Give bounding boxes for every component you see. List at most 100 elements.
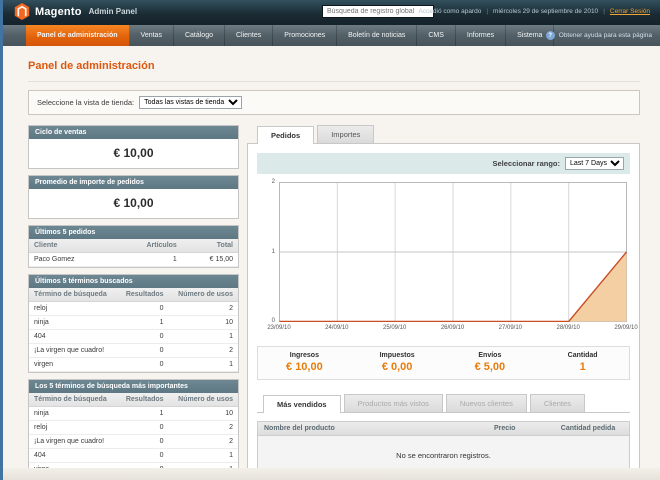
column-header-t-rmino-de-b-squeda: Término de búsqueda <box>29 288 118 302</box>
dashboard-main: Pedidos Importes Seleccionar rango: Last … <box>247 125 640 480</box>
range-label: Seleccionar rango: <box>492 159 560 168</box>
y-axis-label: 2 <box>271 179 275 185</box>
logged-in-text: Accedió como apardo <box>418 8 482 15</box>
nav-item-ventas[interactable]: Ventas <box>130 25 174 46</box>
grid-column-header-cantidad-pedida: Cantidad pedida <box>560 425 616 432</box>
table-row: 404 0 1 <box>29 329 238 344</box>
average-orders-value: € 10,00 <box>113 196 154 210</box>
widget-title: Últimos 5 términos buscados <box>29 275 238 288</box>
last-search-terms-table: Término de búsqueda Resultados Número de u… <box>29 288 238 372</box>
column-header-n-mero-de-usos: Número de usos <box>168 393 238 407</box>
global-search-input[interactable] <box>322 5 434 18</box>
top-search-terms-table: Término de búsqueda Resultados Número de u… <box>29 393 238 477</box>
last-search-terms-widget: Últimos 5 términos buscados Término de b… <box>28 274 239 373</box>
table-row: ¡La virgen que cuadro! 0 2 <box>29 343 238 358</box>
nav-item-cms[interactable]: CMS <box>417 25 456 46</box>
grid-tabs: Más vendidos Productos más vistos Nuevos c… <box>257 394 630 413</box>
x-axis-label: 26/09/10 <box>440 325 465 331</box>
table-row: ¡La virgen que cuadro! 0 2 <box>29 434 238 449</box>
date-text: miércoles 29 de septiembre de 2010 <box>493 8 599 15</box>
y-axis-label: 1 <box>271 248 275 255</box>
nav-item-panel-de-administraci-n[interactable]: Panel de administración <box>26 25 130 46</box>
nav-item-promociones[interactable]: Promociones <box>273 25 338 46</box>
widget-title: Últimos 5 pedidos <box>29 226 238 239</box>
help-link[interactable]: ? Obtener ayuda para esta página <box>545 25 652 46</box>
brand: Magento Admin Panel <box>14 3 137 20</box>
nav-item-clientes[interactable]: Clientes <box>225 25 274 46</box>
column-header-total: Total <box>181 239 238 253</box>
y-axis-label: 0 <box>271 318 275 324</box>
column-header-art-culos: Artículos <box>113 239 182 253</box>
total-impuestos: Impuestos € 0,00 <box>379 352 415 373</box>
brand-suffix: Admin Panel <box>88 7 138 16</box>
x-axis-label: 29/09/10 <box>614 325 638 331</box>
column-header-resultados: Resultados <box>117 393 169 407</box>
column-header-resultados: Resultados <box>117 288 169 302</box>
chart-panel: Seleccionar rango: Last 7 Days 0 1 2 23/09/… <box>247 144 640 480</box>
header: Magento Admin Panel Accedió como apardo … <box>0 0 660 25</box>
column-header-n-mero-de-usos: Número de usos <box>168 288 238 302</box>
range-bar: Seleccionar rango: Last 7 Days <box>257 153 630 174</box>
top-search-terms-widget: Los 5 términos de búsqueda más important… <box>28 379 239 478</box>
orders-area-chart <box>279 182 627 322</box>
header-session-info: Accedió como apardo | miércoles 29 de se… <box>418 8 650 15</box>
store-switcher: Seleccione la vista de tienda: Todas las… <box>28 90 640 115</box>
last-orders-widget: Últimos 5 pedidos Cliente Artículos Total … <box>28 225 239 268</box>
x-axis-label: 24/09/10 <box>325 325 349 331</box>
widget-title: Ciclo de ventas <box>29 126 238 139</box>
widget-title: Los 5 términos de búsqueda más important… <box>29 380 238 393</box>
logout-link[interactable]: Cerrar Sesión <box>610 8 650 15</box>
tab-pedidos[interactable]: Pedidos <box>257 126 315 144</box>
table-row: virgen 0 1 <box>29 357 238 372</box>
x-axis-label: 28/09/10 <box>556 325 580 331</box>
widget-title: Promedio de importe de pedidos <box>29 176 238 189</box>
brand-name: Magento <box>35 5 82 18</box>
table-row: ninja 1 10 <box>29 406 238 421</box>
main-nav: Panel de administración Ventas Catálogo Cli… <box>0 25 660 46</box>
grid-column-header-precio: Precio <box>494 425 516 432</box>
chart-area: 0 1 2 23/09/10 24/09/10 25/09/10 26/09/10 27/09… <box>257 179 637 338</box>
range-select[interactable]: Last 7 Days <box>565 157 624 170</box>
tab-importes[interactable]: Importes <box>317 125 375 143</box>
table-row: ninja 1 10 <box>29 315 238 330</box>
tab-clientes[interactable]: Clientes <box>529 394 585 412</box>
products-grid-header: Nombre del producto Precio Cantidad pedida <box>257 421 630 436</box>
total-cantidad: Cantidad 1 <box>567 352 598 373</box>
page-title-wrap: Panel de administración <box>28 56 640 82</box>
help-icon: ? <box>545 31 555 40</box>
magento-logo-icon <box>14 3 30 20</box>
sidebar: Ciclo de ventas € 10,00 Promedio de impo… <box>28 125 239 480</box>
store-switcher-label: Seleccione la vista de tienda: <box>37 98 135 107</box>
last-orders-table: Cliente Artículos Total Paco Gomez 1 € 15,00 <box>29 239 238 267</box>
x-axis-label: 23/09/10 <box>267 325 291 331</box>
window-edge <box>0 0 3 480</box>
lifetime-sales-value: € 10,00 <box>113 146 154 160</box>
x-axis-label: 27/09/10 <box>498 325 523 331</box>
store-view-select[interactable]: Todas las vistas de tienda <box>139 96 243 109</box>
page-title: Panel de administración <box>28 60 155 72</box>
tab-m-s-vendidos[interactable]: Más vendidos <box>263 395 341 413</box>
table-row: reloj 0 2 <box>29 301 238 316</box>
tab-productos-m-s-vistos[interactable]: Productos más vistos <box>343 394 443 412</box>
table-row: 404 0 1 <box>29 448 238 463</box>
help-label: Obtener ayuda para esta página <box>558 32 652 39</box>
nav-item-cat-logo[interactable]: Catálogo <box>174 25 225 46</box>
column-header-cliente: Cliente <box>29 239 114 253</box>
column-header-t-rmino-de-b-squeda: Término de búsqueda <box>29 393 118 407</box>
footer-strip <box>0 468 660 480</box>
nav-item-bolet-n-de-noticias[interactable]: Boletín de noticias <box>337 25 418 46</box>
dashboard-columns: Ciclo de ventas € 10,00 Promedio de impo… <box>28 125 640 480</box>
separator: | <box>486 8 489 15</box>
table-row: Paco Gomez 1 € 15,00 <box>29 252 238 267</box>
lifetime-sales-widget: Ciclo de ventas € 10,00 <box>28 125 239 169</box>
x-axis-label: 25/09/10 <box>382 325 407 331</box>
tab-nuevos-clientes[interactable]: Nuevos clientes <box>445 394 527 412</box>
average-orders-widget: Promedio de importe de pedidos € 10,00 <box>28 175 239 219</box>
total-env-os: Envíos € 5,00 <box>474 352 506 373</box>
grid-column-header-nombre-del-producto: Nombre del producto <box>264 425 335 432</box>
chart-tabs: Pedidos Importes <box>247 125 640 144</box>
separator: | <box>603 8 605 15</box>
nav-item-informes[interactable]: Informes <box>456 25 507 46</box>
table-row: reloj 0 2 <box>29 420 238 435</box>
total-ingresos: Ingresos € 10,00 <box>286 352 323 373</box>
